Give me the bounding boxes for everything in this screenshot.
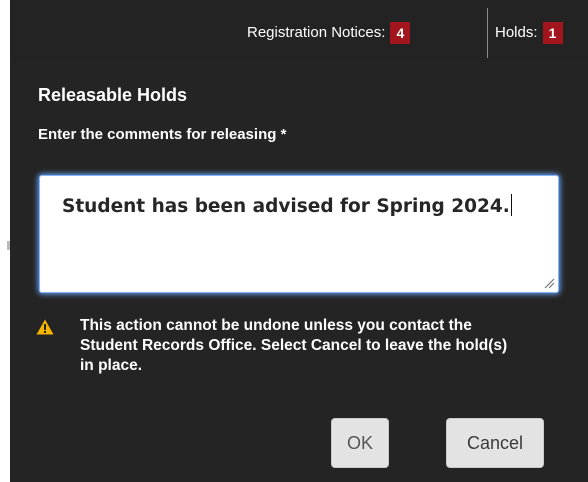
comments-textarea[interactable]: Student has been advised for Spring 2024… <box>40 176 558 292</box>
header-bar: Registration Notices: 4 Holds: 1 <box>10 0 588 62</box>
holds-badge: 1 <box>542 22 563 44</box>
comments-field-label: Enter the comments for releasing * <box>38 126 287 143</box>
warning-triangle-icon <box>36 319 54 335</box>
dialog-title: Releasable Holds <box>38 85 188 105</box>
text-caret <box>510 194 512 216</box>
ok-button[interactable]: OK <box>331 418 389 468</box>
background-page-edge <box>0 62 10 482</box>
registration-notices-badge: 4 <box>390 22 411 44</box>
resize-handle-icon[interactable] <box>543 277 555 289</box>
releasable-holds-dialog: Releasable Holds Enter the comments for … <box>10 62 588 482</box>
holds-label: Holds: <box>495 24 538 41</box>
registration-notices-label: Registration Notices: <box>247 24 386 41</box>
cancel-button[interactable]: Cancel <box>446 418 544 468</box>
comments-text: Student has been advised for Spring 2024… <box>62 196 510 217</box>
registration-notices-link[interactable]: Registration Notices: 4 <box>247 22 411 44</box>
holds-link[interactable]: Holds: 1 <box>495 22 563 44</box>
top-bar: Registration Notices: 4 Holds: 1 <box>0 0 588 62</box>
header-divider <box>487 8 488 58</box>
warning-message: This action cannot be undone unless you … <box>80 317 508 374</box>
comments-textarea-value: Student has been advised for Spring 2024… <box>62 194 512 217</box>
